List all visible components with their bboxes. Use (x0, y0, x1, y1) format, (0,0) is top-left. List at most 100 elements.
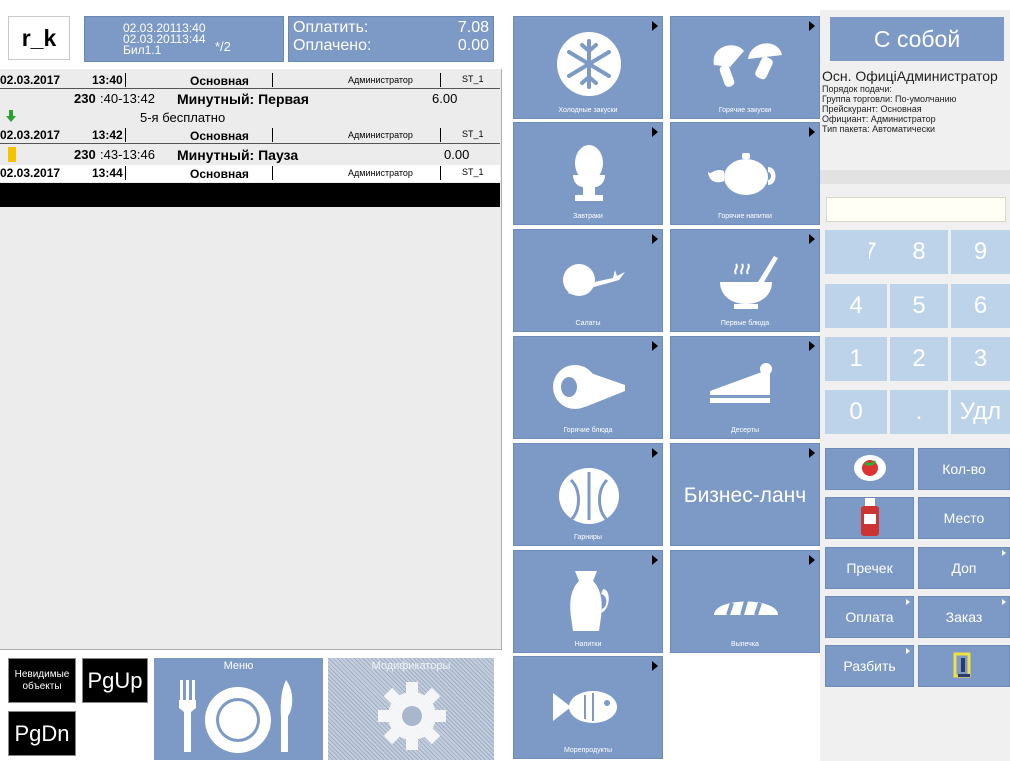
key-2[interactable]: 2 (890, 337, 948, 381)
snowflake-icon (557, 32, 621, 96)
category-business-lunch[interactable]: Бизнес-ланч (670, 443, 820, 546)
to-go-button[interactable]: С собой (830, 17, 1004, 61)
page-down-button[interactable]: PgDn (8, 711, 76, 756)
category-drinks[interactable]: Напитки (513, 550, 663, 653)
split-button[interactable]: Разбить (825, 645, 914, 687)
category-hot-snacks[interactable]: Горячие закуски (670, 16, 820, 119)
category-label: Гарниры (574, 534, 602, 541)
category-first-courses[interactable]: Первые блюда (670, 229, 820, 332)
key-6[interactable]: 6 (951, 284, 1010, 328)
paid-label: Оплачено: (293, 37, 372, 54)
down-arrow-icon (6, 110, 16, 125)
exit-door-icon (953, 652, 975, 681)
exit-button[interactable] (918, 645, 1010, 687)
order-item-row[interactable]: 230 :43-13:46 Минутный: Пауза 0.00 (0, 146, 500, 164)
key-4[interactable]: 4 (825, 284, 887, 328)
price-list-line: Прейскурант: Основная (822, 104, 922, 114)
salad-modifier-button[interactable] (825, 448, 914, 490)
category-bakery[interactable]: Выпечка (670, 550, 820, 653)
soup-bowl-icon (720, 256, 778, 309)
order-note-row[interactable]: 5-я бесплатно (0, 109, 500, 127)
category-breakfast[interactable]: Завтраки (513, 122, 663, 225)
to-pay-label: Оплатить: (293, 19, 369, 36)
category-seafood[interactable]: Морепродукты (513, 656, 663, 759)
paid-value: 0.00 (457, 37, 489, 54)
guest-count: */2 (215, 39, 231, 54)
jug-icon (570, 571, 609, 631)
key-9[interactable]: 9 (951, 230, 1010, 274)
egg-icon (573, 145, 605, 201)
cake-icon (710, 363, 772, 406)
category-label: Первые блюда (720, 320, 770, 327)
menu-label: Меню (223, 660, 254, 672)
key-dot[interactable]: . (890, 390, 948, 434)
order-session-row[interactable]: 02.03.2017 13:40 Основная Администратор … (0, 72, 500, 89)
order-session-row[interactable]: 02.03.2017 13:42 Основная Администратор … (0, 127, 500, 144)
mushroom-icon (713, 43, 782, 87)
key-5[interactable]: 5 (890, 284, 948, 328)
category-label: Холодные закуски (558, 107, 618, 114)
category-label: Выпечка (731, 641, 759, 648)
key-7-cell (825, 230, 869, 274)
order-list[interactable]: 02.03.2017 13:40 Основная Администратор … (0, 69, 502, 650)
invisible-objects-button[interactable]: Невидимые объекты (8, 658, 76, 703)
modifiers-button[interactable]: Модификаторы (328, 658, 494, 760)
category-label: Десерты (730, 427, 759, 434)
payment-button[interactable]: Оплата (825, 596, 914, 638)
category-label: Бизнес-ланч (683, 484, 807, 507)
selected-row-bar[interactable] (0, 183, 500, 207)
ketchup-modifier-button[interactable] (825, 497, 914, 539)
key-delete[interactable]: Удл (951, 390, 1010, 434)
category-salads[interactable]: Салаты (513, 229, 663, 332)
order-item-row[interactable]: 230 :40-13:42 Минутный: Первая 6.00 (0, 90, 500, 108)
waiter-line: Официант: Администратор (822, 114, 936, 124)
status-strip (820, 170, 1010, 184)
modifiers-label: Модификаторы (371, 660, 451, 672)
to-pay-value: 7.08 (457, 19, 489, 36)
category-label: Горячие блюда (563, 427, 613, 434)
order-button[interactable]: Заказ (918, 596, 1010, 638)
key-1[interactable]: 1 (825, 337, 887, 381)
payment-summary: Оплатить: 7.08 Оплачено: 0.00 (288, 16, 494, 62)
place-button[interactable]: Место (918, 497, 1010, 539)
key-3[interactable]: 3 (951, 337, 1010, 381)
category-cold-snacks[interactable]: Холодные закуски (513, 16, 663, 119)
category-label: Морепродукты (564, 747, 612, 754)
category-desserts[interactable]: Десерты (670, 336, 820, 439)
precheck-button[interactable]: Пречек (825, 547, 914, 589)
fish-icon (553, 691, 617, 723)
category-hot-dishes[interactable]: Горячие блюда (513, 336, 663, 439)
check-number: Бил1.1 */2 (123, 39, 231, 57)
key-8[interactable]: 8 (890, 230, 948, 274)
ketchup-bottle-icon (855, 497, 885, 539)
menu-button[interactable]: Меню (154, 658, 323, 760)
ham-icon (553, 365, 625, 409)
extra-button[interactable]: Доп (918, 547, 1010, 589)
pause-icon (8, 147, 16, 165)
category-label: Салаты (575, 320, 601, 327)
gear-icon (376, 680, 448, 755)
category-sides[interactable]: Гарниры (513, 443, 663, 546)
package-type-line: Тип пакета: Автоматически (822, 124, 936, 134)
category-label: Горячие напитки (718, 213, 772, 220)
quantity-button[interactable]: Кол-во (918, 448, 1010, 490)
category-hot-drinks[interactable]: Горячие напитки (670, 122, 820, 225)
teapot-icon (708, 153, 776, 195)
check-info-panel[interactable]: 02.03.20113:40 02.03.20113:44 Бил1.1 */2 (84, 16, 284, 62)
order-info-summary: Осн. ОфиціАдминистратор (822, 68, 998, 84)
plate-cutlery-icon (174, 676, 304, 759)
number-input[interactable] (826, 197, 1006, 222)
vegetables-icon (563, 264, 625, 296)
serving-order-line: Порядок подачи: (822, 84, 892, 94)
tomato-plate-icon (853, 453, 887, 486)
category-label: Напитки (574, 641, 602, 648)
app-logo: r_k (8, 16, 70, 60)
cabbage-icon (559, 468, 619, 524)
category-label: Завтраки (573, 213, 603, 220)
key-0[interactable]: 0 (825, 390, 887, 434)
order-session-row[interactable]: 02.03.2017 13:44 Основная Администратор … (0, 165, 500, 182)
trade-group-line: Группа торговли: По-умолчанию (822, 94, 957, 104)
bread-icon (714, 600, 778, 616)
category-label: Горячие закуски (718, 107, 772, 114)
page-up-button[interactable]: PgUp (82, 658, 148, 703)
